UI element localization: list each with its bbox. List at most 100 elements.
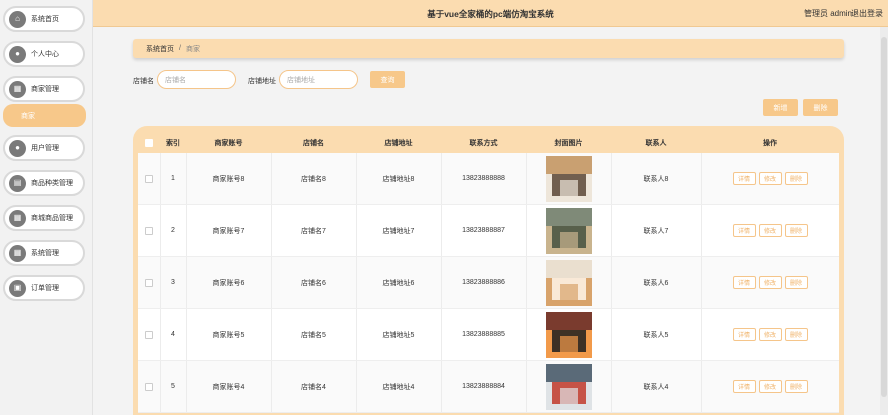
shop-address-label: 店铺地址 <box>248 78 276 85</box>
cell-shop: 店铺名8 <box>301 175 326 183</box>
row-actions: 详情 修改 删除 <box>701 309 839 360</box>
cell-phone: 13823888888 <box>462 175 505 182</box>
cover-image-cell <box>526 309 611 360</box>
cell-phone: 13823888884 <box>462 383 505 390</box>
scrollbar-thumb[interactable] <box>881 37 887 397</box>
shop-address-input[interactable]: 店铺地址 <box>279 70 358 89</box>
header-cover: 封面图片 <box>554 139 583 147</box>
cover-image-cell <box>526 361 611 412</box>
sidebar-item-label: 商城商品管理 <box>31 215 73 222</box>
header-index: 索引 <box>166 139 180 147</box>
cover-image[interactable] <box>545 363 592 410</box>
sidebar-item-home[interactable]: ⌂ 系统首页 <box>3 6 85 32</box>
sidebar: ⌂ 系统首页 ● 个人中心 ▦ 商家管理 商家 ● 用户管理 ▤ 商品种类管理 … <box>0 0 93 415</box>
sidebar-item-products[interactable]: ▦ 商城商品管理 <box>3 205 85 231</box>
store-icon: ▦ <box>9 80 26 98</box>
table-header-row: 索引 商家账号 店铺名 店铺地址 联系方式 封面图片 联系人 操作 <box>138 132 839 153</box>
sidebar-item-label: 系统管理 <box>31 250 59 257</box>
cell-address: 店铺地址6 <box>382 279 415 287</box>
row-actions: 详情 修改 删除 <box>701 257 839 308</box>
cell-phone: 13823888886 <box>462 279 505 286</box>
batch-delete-button[interactable]: 删除 <box>803 99 838 116</box>
row-checkbox[interactable] <box>145 174 153 183</box>
sidebar-item-label: 商家管理 <box>31 86 59 93</box>
header-phone: 联系方式 <box>469 139 498 147</box>
detail-button[interactable]: 详情 <box>732 276 756 289</box>
delete-button[interactable]: 删除 <box>784 224 808 237</box>
merchant-table: 索引 商家账号 店铺名 店铺地址 联系方式 封面图片 联系人 操作 1 商家账号8… <box>133 126 844 415</box>
sidebar-item-users[interactable]: ● 用户管理 <box>3 135 85 161</box>
cell-account: 商家账号4 <box>212 383 245 391</box>
delete-button[interactable]: 删除 <box>784 380 808 393</box>
sidebar-item-orders[interactable]: ▣ 订单管理 <box>3 275 85 301</box>
add-button[interactable]: 新增 <box>763 99 798 116</box>
cover-image[interactable] <box>545 207 592 254</box>
row-checkbox-cell <box>138 153 160 204</box>
page-scrollbar[interactable] <box>880 27 888 415</box>
cell-account: 商家账号5 <box>212 331 245 339</box>
cell-contact: 联系人8 <box>643 175 669 183</box>
edit-button[interactable]: 修改 <box>758 328 782 341</box>
grid-icon: ▦ <box>9 209 26 227</box>
detail-button[interactable]: 详情 <box>732 224 756 237</box>
cell-index: 2 <box>171 227 175 234</box>
sidebar-item-merchants[interactable]: ▦ 商家管理 <box>3 76 85 102</box>
detail-button[interactable]: 详情 <box>732 380 756 393</box>
cover-image-cell <box>526 205 611 256</box>
cell-contact: 联系人7 <box>643 227 669 235</box>
search-button[interactable]: 查询 <box>370 71 405 88</box>
cell-account: 商家账号8 <box>212 175 245 183</box>
delete-button[interactable]: 删除 <box>784 276 808 289</box>
row-checkbox[interactable] <box>145 382 153 391</box>
table-row: 4 商家账号5 店铺名5 店铺地址5 13823888885 联系人5 详情 修改 删除 <box>138 309 839 361</box>
cover-image[interactable] <box>545 259 592 306</box>
app-title: 基于vue全家桶的pc端仿淘宝系统 <box>427 9 554 19</box>
row-checkbox[interactable] <box>145 226 153 235</box>
cell-account: 商家账号6 <box>212 279 245 287</box>
logout-link[interactable]: 退出登录 <box>851 8 883 19</box>
detail-button[interactable]: 详情 <box>732 328 756 341</box>
sidebar-item-profile[interactable]: ● 个人中心 <box>3 41 85 67</box>
home-icon: ⌂ <box>9 10 26 28</box>
sidebar-item-label: 个人中心 <box>31 51 59 58</box>
category-icon: ▤ <box>9 174 26 192</box>
row-checkbox[interactable] <box>145 330 153 339</box>
header-checkbox-cell <box>138 132 160 153</box>
cell-index: 5 <box>171 383 175 390</box>
row-actions: 详情 修改 删除 <box>701 361 839 412</box>
cell-address: 店铺地址8 <box>382 175 415 183</box>
edit-button[interactable]: 修改 <box>758 380 782 393</box>
select-all-checkbox[interactable] <box>145 138 153 147</box>
grid-icon: ▦ <box>9 244 26 262</box>
sidebar-item-system[interactable]: ▦ 系统管理 <box>3 240 85 266</box>
edit-button[interactable]: 修改 <box>758 172 782 185</box>
sidebar-item-label: 商品种类管理 <box>31 180 73 187</box>
cell-address: 店铺地址4 <box>382 383 415 391</box>
current-user: 管理员 admin <box>803 9 852 18</box>
row-actions: 详情 修改 删除 <box>701 205 839 256</box>
detail-button[interactable]: 详情 <box>732 172 756 185</box>
edit-button[interactable]: 修改 <box>758 276 782 289</box>
cover-image[interactable] <box>545 155 592 202</box>
breadcrumb-home[interactable]: 系统首页 <box>146 44 174 54</box>
table-row: 1 商家账号8 店铺名8 店铺地址8 13823888888 联系人8 详情 修改 删除 <box>138 153 839 205</box>
cover-image[interactable] <box>545 311 592 358</box>
table-body: 1 商家账号8 店铺名8 店铺地址8 13823888888 联系人8 详情 修改 删除 2 商家账… <box>138 153 839 413</box>
header-account: 商家账号 <box>214 139 243 147</box>
sidebar-item-label: 订单管理 <box>31 285 59 292</box>
header-address: 店铺地址 <box>384 139 413 147</box>
cover-image-cell <box>526 153 611 204</box>
order-icon: ▣ <box>9 279 26 297</box>
sidebar-item-categories[interactable]: ▤ 商品种类管理 <box>3 170 85 196</box>
shop-name-input[interactable]: 店铺名 <box>157 70 236 89</box>
row-checkbox[interactable] <box>145 278 153 287</box>
header-contact: 联系人 <box>645 139 667 147</box>
sidebar-subitem-merchant[interactable]: 商家 <box>3 104 86 127</box>
delete-button[interactable]: 删除 <box>784 172 808 185</box>
delete-button[interactable]: 删除 <box>784 328 808 341</box>
cell-index: 1 <box>171 175 175 182</box>
cell-address: 店铺地址7 <box>382 227 415 235</box>
cell-shop: 店铺名4 <box>301 383 326 391</box>
edit-button[interactable]: 修改 <box>758 224 782 237</box>
breadcrumb-current: 商家 <box>185 45 200 53</box>
